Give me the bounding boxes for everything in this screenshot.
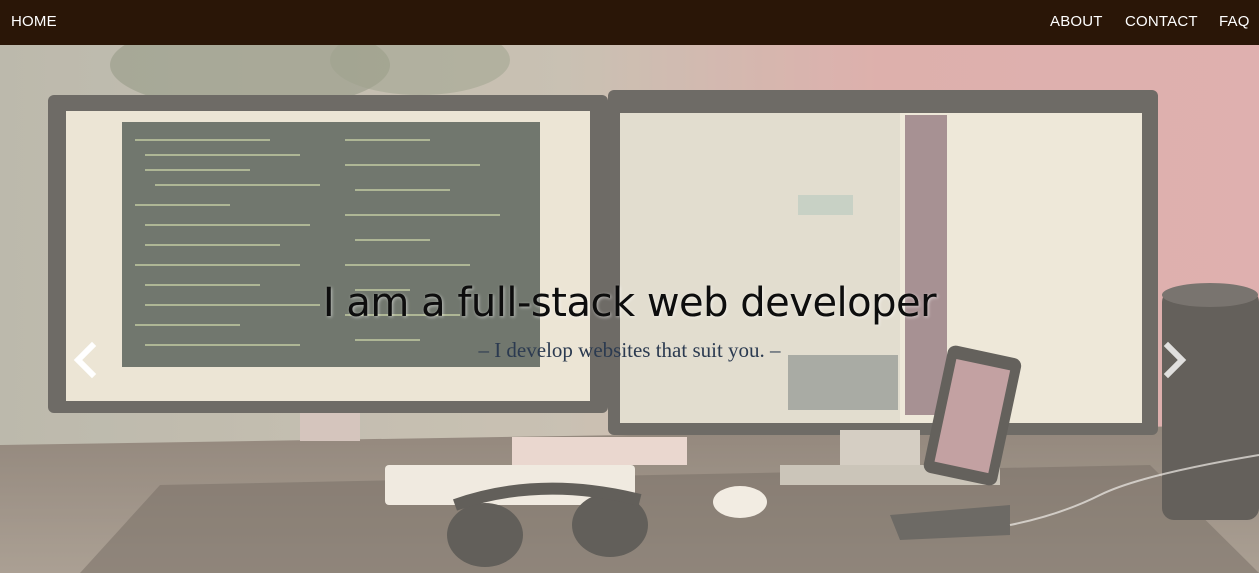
top-navbar: HOME ABOUT CONTACT FAQ bbox=[0, 0, 1259, 45]
carousel-prev-button[interactable] bbox=[70, 340, 100, 380]
hero-subtitle: – I develop websites that suit you. – bbox=[478, 338, 781, 362]
nav-link-contact[interactable]: CONTACT bbox=[1125, 13, 1198, 30]
hero-title: I am a full-stack web developer bbox=[322, 280, 937, 326]
chevron-left-icon bbox=[73, 341, 97, 379]
nav-link-about[interactable]: ABOUT bbox=[1050, 13, 1103, 30]
nav-link-home[interactable]: HOME bbox=[11, 13, 57, 30]
carousel-next-button[interactable] bbox=[1160, 340, 1190, 380]
hero-carousel: I am a full-stack web developer – I deve… bbox=[0, 45, 1259, 573]
nav-link-faq[interactable]: FAQ bbox=[1219, 13, 1250, 30]
chevron-right-icon bbox=[1163, 341, 1187, 379]
